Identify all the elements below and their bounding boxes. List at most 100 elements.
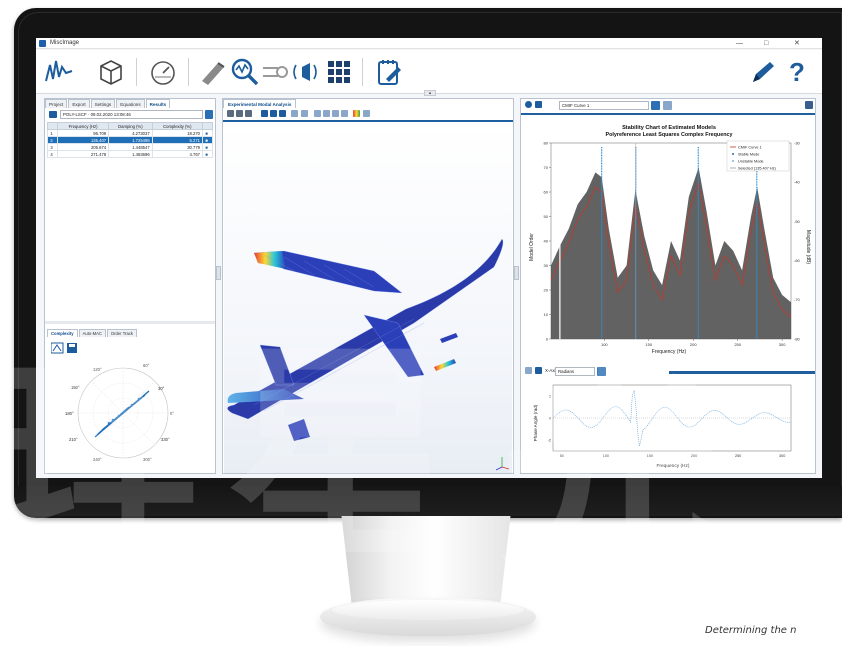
record-icon[interactable]	[279, 110, 286, 117]
column-header[interactable]	[47, 122, 58, 130]
shaker-button[interactable]	[288, 55, 322, 89]
window-title: MiscImage	[50, 40, 80, 46]
table-row[interactable]: 4 271.478 1.483696 4.767 ■	[47, 150, 213, 158]
view-icon[interactable]	[291, 110, 298, 117]
x-axis-label: Frequency (Hz)	[652, 349, 687, 355]
mode-color-swatch[interactable]: ■	[202, 136, 213, 144]
view-table-icon[interactable]	[323, 110, 330, 117]
color-map-icon[interactable]	[353, 110, 360, 117]
shape-edit-button[interactable]	[196, 55, 230, 89]
signal-processing-button[interactable]	[42, 55, 76, 89]
geometry-button[interactable]	[94, 55, 128, 89]
active-view-indicator	[521, 113, 815, 115]
table-row-selected[interactable]: 2 135.407 1.725495 5.271 ■	[47, 136, 213, 144]
legend-item-unstable: Unstable Mode	[738, 160, 764, 164]
y-axis-label: Model Order	[529, 233, 535, 261]
aircraft-mode-shape	[227, 238, 504, 441]
back-icon[interactable]	[227, 110, 234, 117]
minimize-button[interactable]: —	[736, 38, 743, 49]
column-header-frequency[interactable]: Frequency (Hz)	[56, 122, 110, 130]
tab-settings[interactable]: Settings	[90, 99, 116, 108]
tab-export[interactable]: Export	[68, 99, 90, 108]
ribbon-collapse-toggle[interactable]: ▲	[424, 90, 436, 96]
view-front-icon[interactable]	[301, 110, 308, 117]
phase-y-tick-label: 2	[549, 394, 551, 398]
annotate-button[interactable]	[746, 55, 780, 89]
column-header[interactable]	[202, 122, 213, 130]
dataset-select[interactable]: POLY-LSCF · 09.02.2020 13:08:46	[60, 110, 203, 119]
mode-color-swatch[interactable]: ■	[202, 129, 213, 137]
ventral-fin	[288, 419, 310, 441]
polar-label-30: 30°	[158, 386, 165, 391]
tab-complexity[interactable]: Complexity	[47, 329, 78, 337]
mode-complexity: 18.270	[151, 129, 204, 137]
table-row[interactable]: 3 205.674 1.448547 30.779 ■	[47, 143, 213, 151]
save-icon[interactable]	[261, 110, 268, 117]
save-icon[interactable]	[535, 367, 542, 374]
save-icon[interactable]	[535, 101, 542, 108]
3d-viewport[interactable]	[224, 123, 512, 473]
x-axis-dropdown-icon[interactable]	[597, 367, 606, 376]
mode-damping: 1.448547	[108, 143, 153, 151]
export-image-icon[interactable]	[363, 110, 370, 117]
left-panel-collapse-toggle[interactable]	[216, 266, 221, 280]
magnify-waveform-icon	[231, 58, 259, 86]
tab-experimental-modal-analysis[interactable]: Experimental Modal Analysis	[223, 99, 297, 108]
tab-equations[interactable]: Equations	[116, 99, 145, 108]
link-icon[interactable]	[525, 367, 532, 374]
curve-options-icon[interactable]	[663, 101, 672, 110]
view-grid-icon[interactable]	[314, 110, 321, 117]
close-button[interactable]: ✕	[794, 38, 800, 49]
polar-toolbar	[50, 341, 91, 354]
settings-icon[interactable]	[525, 101, 532, 108]
tab-order-track[interactable]: Order Track	[106, 329, 138, 337]
mode-complexity: 4.767	[151, 150, 204, 158]
tab-auto-mac[interactable]: Auto-MAC	[78, 329, 106, 337]
results-tabs: Project Export Settings Equations Result…	[45, 99, 171, 108]
column-header-damping[interactable]: Damping (%)	[108, 122, 153, 130]
panel-splitter[interactable]	[45, 321, 215, 324]
measurement-button[interactable]	[146, 55, 180, 89]
phase-x-tick-label: 150	[647, 454, 653, 458]
complexity-polar-plot: 30° 60° 120° 150° 180° 210° 240° 300° 33…	[65, 363, 174, 462]
dataset-dropdown-button[interactable]	[205, 110, 213, 119]
ribbon-separator	[362, 58, 363, 86]
mode-color-swatch[interactable]: ■	[202, 150, 213, 158]
pencil-icon	[753, 62, 774, 82]
active-view-indicator	[669, 371, 815, 374]
curve-select[interactable]: CMIF Curve 1	[559, 101, 649, 110]
left-wingtip-deformation	[254, 251, 286, 269]
column-header-complexity[interactable]: Complexity (%)	[151, 122, 204, 130]
orientation-triad-icon	[495, 457, 510, 471]
phase-y-tick-label: 0	[549, 416, 551, 420]
maximize-button[interactable]: □	[764, 38, 768, 49]
ribbon-separator	[188, 58, 189, 86]
mode-color-swatch[interactable]: ■	[202, 143, 213, 151]
view-settings-icon[interactable]	[341, 110, 348, 117]
engine-nacelle-deformation	[434, 359, 456, 371]
mode-frequency: 96.709	[56, 129, 110, 137]
monitor-stand-base-top	[332, 600, 524, 620]
view-list-icon[interactable]	[332, 110, 339, 117]
sensor-icon	[263, 66, 288, 78]
camera-icon[interactable]	[270, 110, 277, 117]
x-axis-select[interactable]: Radians	[555, 367, 595, 376]
report-button[interactable]	[372, 55, 406, 89]
forward-icon[interactable]	[245, 110, 252, 117]
help-button[interactable]: ?	[780, 55, 814, 89]
mode-complexity: 5.271	[151, 136, 204, 144]
y-tick-label: 40	[544, 238, 549, 243]
curve-dropdown-icon[interactable]	[651, 101, 660, 110]
analysis-button[interactable]	[228, 55, 262, 89]
y2-tick-label: -70	[794, 297, 801, 302]
center-panel-collapse-toggle[interactable]	[514, 266, 519, 280]
table-row[interactable]: 1 96.709 4.273037 18.270 ■	[47, 129, 213, 137]
tab-project[interactable]: Project	[45, 99, 68, 108]
sensor-button[interactable]	[258, 55, 292, 89]
x-tick-label: 150	[645, 342, 652, 347]
play-icon[interactable]	[236, 110, 243, 117]
panel-maximize-icon[interactable]	[805, 101, 813, 109]
mode-index: 1	[47, 129, 58, 137]
tab-results[interactable]: Results	[145, 99, 171, 108]
channel-grid-button[interactable]	[322, 55, 356, 89]
